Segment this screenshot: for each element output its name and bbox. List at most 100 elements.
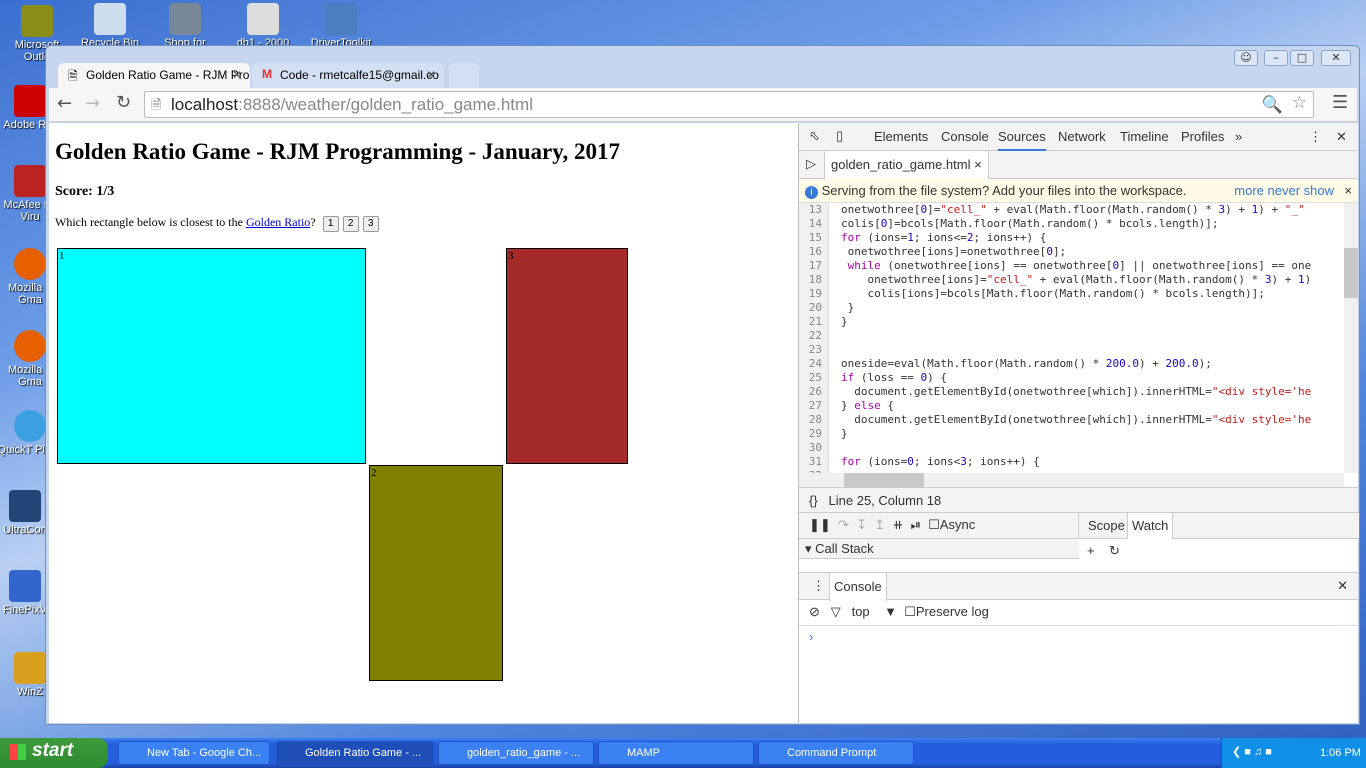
- forward-icon[interactable]: →: [85, 93, 100, 114]
- tab-sources[interactable]: Sources: [998, 129, 1046, 151]
- reload-icon[interactable]: ↻: [116, 92, 131, 113]
- async-checkbox[interactable]: ☐: [928, 517, 940, 532]
- line-number: 13: [799, 203, 829, 217]
- page-content: Golden Ratio Game - RJM Programming - Ja…: [49, 123, 798, 723]
- context-select[interactable]: top ▼: [852, 604, 897, 619]
- answer-button-3[interactable]: 3: [362, 216, 379, 232]
- winzip-icon: [14, 652, 46, 684]
- tab-network[interactable]: Network: [1058, 129, 1106, 144]
- taskbar-item-notepad[interactable]: golden_ratio_game - ...: [438, 741, 594, 765]
- minimize-button[interactable]: –: [1264, 50, 1288, 66]
- device-mode-icon[interactable]: ▯: [836, 128, 843, 144]
- tray-icons[interactable]: ❮ ■ ♫ ■: [1232, 745, 1272, 758]
- menu-icon[interactable]: ☰: [1332, 92, 1348, 113]
- tab-golden-ratio[interactable]: 🗎 Golden Ratio Game - RJM Pro ✕: [58, 63, 250, 89]
- close-window-button[interactable]: ✕: [1321, 50, 1351, 66]
- desktop-icon-drivertoolkit[interactable]: DriverToolkit: [306, 3, 376, 49]
- code-line: 14 colis[0]=bcols[Math.floor(Math.random(…: [799, 217, 1344, 231]
- code-text: colis[0]=bcols[Math.floor(Math.random() …: [841, 217, 1219, 230]
- more-link[interactable]: more: [1234, 183, 1264, 198]
- close-tab-icon[interactable]: ✕: [232, 68, 242, 82]
- code-line: 20 }: [799, 301, 1344, 315]
- close-drawer-icon[interactable]: ✕: [1337, 578, 1348, 594]
- code-editor[interactable]: 13 onetwothree[0]="cell_" + eval(Math.flo…: [799, 203, 1344, 473]
- never-show-link[interactable]: never show: [1268, 183, 1334, 198]
- deactivate-breakpoints-icon[interactable]: ⧺: [892, 517, 903, 532]
- file-tab[interactable]: golden_ratio_game.html ×: [824, 151, 989, 179]
- answer-button-2[interactable]: 2: [342, 216, 359, 232]
- code-text: colis[ions]=bcols[Math.floor(Math.random…: [841, 287, 1265, 300]
- close-file-icon[interactable]: ×: [974, 157, 982, 172]
- line-number: 23: [799, 343, 829, 357]
- golden-ratio-link[interactable]: Golden Ratio: [246, 215, 310, 229]
- line-number: 14: [799, 217, 829, 231]
- code-line: 22: [799, 329, 1344, 343]
- preserve-log-checkbox[interactable]: ☐: [904, 604, 916, 619]
- code-text: onetwothree[ions]=onetwothree[0];: [841, 245, 1067, 258]
- filter-icon[interactable]: ▽: [831, 604, 841, 619]
- taskbar-item-golden-ratio[interactable]: Golden Ratio Game - ...: [276, 741, 434, 765]
- gmail-icon: M: [262, 67, 272, 81]
- tab-elements[interactable]: Elements: [874, 129, 928, 144]
- cursor-position: Line 25, Column 18: [828, 493, 942, 508]
- desktop-icon-shop[interactable]: Shop for: [150, 3, 220, 49]
- desktop-icon-recycle-bin[interactable]: Recycle Bin: [75, 3, 145, 49]
- back-icon[interactable]: ←: [57, 93, 72, 114]
- debugger-toolbar: ❚❚ ↷ ↧ ↥ ⧺ ⏯ ☐Async: [799, 513, 1079, 539]
- step-out-icon[interactable]: ↥: [874, 517, 885, 532]
- clock: 1:06 PM: [1320, 747, 1361, 759]
- code-text: for (ions=1; ions<=2; ions++) {: [841, 231, 1047, 244]
- line-number: 25: [799, 371, 829, 385]
- console-toolbar: ⊘ ▽ top ▼ ☐Preserve log: [799, 600, 1358, 626]
- call-stack-header[interactable]: ▾ Call Stack: [799, 539, 1079, 559]
- tools-icon: [325, 3, 357, 35]
- maximize-button[interactable]: □: [1290, 50, 1314, 66]
- address-bar[interactable]: 🗎 localhost:8888/weather/golden_ratio_gam…: [144, 91, 1314, 118]
- tab-timeline[interactable]: Timeline: [1120, 129, 1169, 144]
- taskbar-item-new-tab[interactable]: New Tab - Google Ch...: [118, 741, 270, 765]
- drawer-tab-console[interactable]: Console: [829, 573, 887, 601]
- tab-profiles[interactable]: Profiles: [1181, 129, 1224, 144]
- zoom-icon[interactable]: 🔍: [1262, 95, 1283, 115]
- tab-gmail[interactable]: M Code - rmetcalfe15@gmail.co ✕: [252, 63, 444, 89]
- line-number: 19: [799, 287, 829, 301]
- step-into-icon[interactable]: ↧: [856, 517, 867, 532]
- refresh-watch-icon[interactable]: ↻: [1109, 543, 1120, 558]
- tab-scope[interactable]: Scope: [1088, 518, 1125, 533]
- navigator-toggle-icon[interactable]: ▷: [806, 156, 816, 172]
- start-button[interactable]: start: [0, 738, 108, 768]
- pause-on-exceptions-icon[interactable]: ⏯: [911, 517, 921, 532]
- code-text: onetwothree[ions]="cell_" + eval(Math.fl…: [841, 273, 1312, 286]
- user-icon[interactable]: ☺: [1234, 50, 1258, 66]
- console-prompt[interactable]: ›: [809, 629, 813, 644]
- new-tab-button[interactable]: [449, 63, 479, 89]
- bookmark-star-icon[interactable]: ☆: [1292, 93, 1307, 113]
- browser-window: ☺ – □ ✕ 🗎 Golden Ratio Game - RJM Pro ✕ M…: [45, 45, 1360, 725]
- drawer-menu-icon[interactable]: ⋮: [812, 578, 825, 594]
- horizontal-scrollbar[interactable]: [799, 473, 1344, 487]
- rectangle-label: 1: [59, 250, 65, 262]
- code-line: 15 for (ions=1; ions<=2; ions++) {: [799, 231, 1344, 245]
- browser-toolbar: ← → ↻ 🗎 localhost:8888/weather/golden_rat…: [49, 88, 1357, 122]
- vertical-scrollbar[interactable]: [1344, 203, 1358, 473]
- close-tab-icon[interactable]: ✕: [426, 68, 436, 82]
- code-text: }: [841, 427, 848, 440]
- taskbar-item-mamp[interactable]: MAMP: [598, 741, 754, 765]
- taskbar-item-command-prompt[interactable]: Command Prompt: [758, 741, 914, 765]
- close-infobar-icon[interactable]: ×: [1344, 183, 1352, 198]
- clear-console-icon[interactable]: ⊘: [809, 604, 820, 619]
- desktop-icon-db1[interactable]: db1 - 2000: [228, 3, 298, 49]
- close-devtools-icon[interactable]: ✕: [1336, 129, 1347, 145]
- tab-console[interactable]: Console: [941, 129, 989, 144]
- page-icon: 🗎: [151, 97, 162, 112]
- inspect-icon[interactable]: ⬁: [809, 128, 820, 144]
- answer-button-1[interactable]: 1: [322, 216, 339, 232]
- pause-icon[interactable]: ❚❚: [809, 517, 831, 532]
- pretty-print-icon[interactable]: {}: [809, 493, 818, 508]
- more-tabs-icon[interactable]: »: [1235, 129, 1242, 144]
- step-over-icon[interactable]: ↷: [838, 517, 849, 532]
- kebab-menu-icon[interactable]: ⋮: [1309, 129, 1322, 145]
- add-watch-icon[interactable]: +: [1087, 543, 1095, 558]
- tab-watch[interactable]: Watch: [1127, 513, 1174, 539]
- code-line: 26 document.getElementById(onetwothree[w…: [799, 385, 1344, 399]
